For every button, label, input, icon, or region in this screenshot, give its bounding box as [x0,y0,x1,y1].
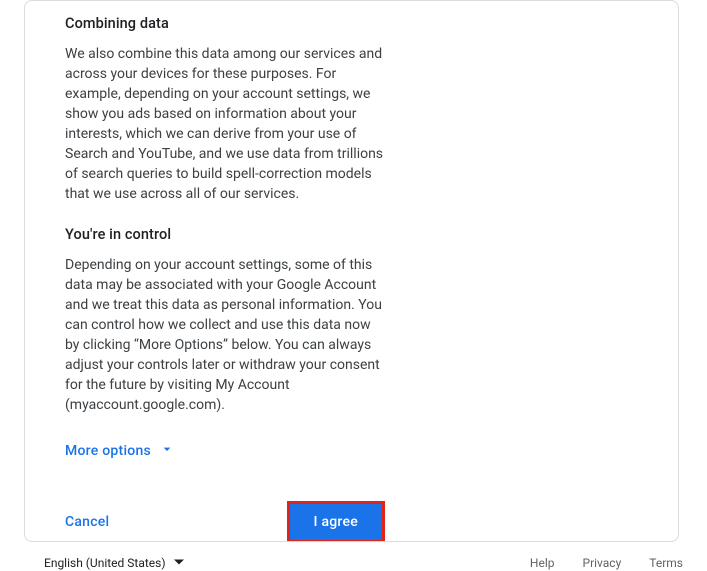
caret-down-icon [174,556,184,570]
footer-links: Help Privacy Terms [530,556,683,570]
youre-in-control-heading: You're in control [65,204,385,247]
combining-data-heading: Combining data [65,1,385,36]
footer: English (United States) Help Privacy Ter… [0,542,707,571]
more-options-button[interactable]: More options [65,441,175,461]
content-column: Combining data We also combine this data… [65,1,385,542]
youre-in-control-body: Depending on your account settings, some… [65,247,385,415]
language-label: English (United States) [44,556,166,570]
more-options-label: More options [65,443,151,459]
privacy-link[interactable]: Privacy [583,556,622,570]
chevron-down-icon [159,441,175,461]
combining-data-body: We also combine this data among our serv… [65,36,385,204]
language-selector[interactable]: English (United States) [24,556,184,570]
cancel-button[interactable]: Cancel [65,506,109,538]
action-row: Cancel I agree [65,501,385,542]
help-link[interactable]: Help [530,556,555,570]
agree-button[interactable]: I agree [290,504,383,540]
terms-link[interactable]: Terms [649,556,683,570]
agree-highlight: I agree [287,501,386,542]
consent-card: Combining data We also combine this data… [24,0,679,542]
